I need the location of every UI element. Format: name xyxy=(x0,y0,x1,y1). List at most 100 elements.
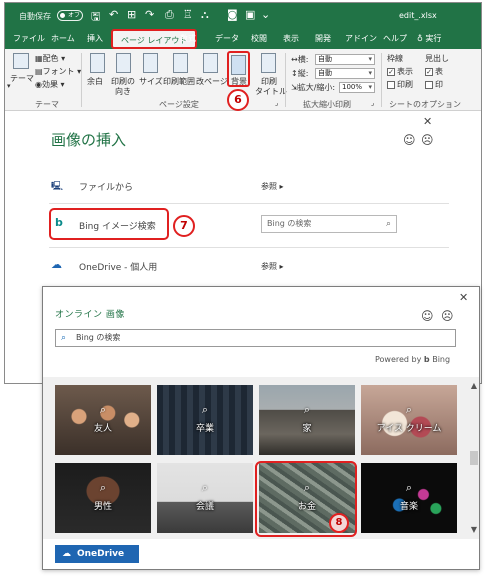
autosave-label: 自動保存 xyxy=(19,12,51,21)
browse-onedrive-link[interactable]: 参照 ▸ xyxy=(261,261,284,272)
save-icon[interactable]: 🖫 xyxy=(91,8,100,27)
tab-view[interactable]: 表示 xyxy=(283,33,299,44)
group-divider xyxy=(285,53,286,107)
orientation-icon[interactable] xyxy=(116,53,131,73)
gridlines-view-label: 表示 xyxy=(397,67,413,76)
category-tile-male[interactable]: ⌕ 男性 xyxy=(55,463,151,533)
print-preview-icon[interactable]: ⎙ xyxy=(165,8,174,22)
width-icon: ↔ xyxy=(291,55,298,64)
background-highlight xyxy=(227,51,250,87)
camera-icon[interactable]: ◙ xyxy=(227,8,238,21)
category-tile-meeting[interactable]: ⌕ 会議 xyxy=(157,463,253,533)
smile-feedback-icon[interactable]: ☺ xyxy=(403,133,416,147)
headings-print-checkbox[interactable]: 印 xyxy=(425,79,443,90)
lightbulb-icon: ♁ xyxy=(417,34,423,43)
undo-icon[interactable]: ↶ xyxy=(109,8,118,21)
themes-button[interactable]: テーマ xyxy=(10,73,34,84)
file-name: edit_.xlsx xyxy=(399,11,437,20)
gallery-scrollbar[interactable]: ▲ ▼ xyxy=(468,377,479,539)
size-button[interactable]: サイズ xyxy=(139,76,163,87)
category-tile-music[interactable]: ⌕ 音楽 xyxy=(361,463,457,533)
tab-home[interactable]: ホーム xyxy=(51,33,75,44)
scale-launcher-icon[interactable]: ⌟ xyxy=(371,99,374,107)
category-label: 会議 xyxy=(195,502,214,512)
tab-developer[interactable]: 開発 xyxy=(315,33,331,44)
redo-icon[interactable]: ↷ xyxy=(145,8,154,21)
category-tile-ice-cream[interactable]: ⌕ アイス クリーム xyxy=(361,385,457,455)
size-icon[interactable] xyxy=(143,53,158,73)
step-badge-7: 7 xyxy=(173,215,195,237)
group-label-page-setup: ページ設定 xyxy=(159,100,199,109)
close-icon[interactable]: ✕ xyxy=(459,291,468,304)
scroll-thumb[interactable] xyxy=(470,451,478,465)
gridlines-print-checkbox[interactable]: 印刷 xyxy=(387,79,413,90)
online-pictures-title: オンライン 画像 xyxy=(55,310,125,320)
width-select[interactable]: 自動 xyxy=(315,54,375,65)
online-search-placeholder: Bing の検索 xyxy=(76,333,121,342)
checkbox-empty-icon xyxy=(425,80,433,89)
close-icon[interactable]: ✕ xyxy=(423,115,432,128)
browse-file-link[interactable]: 参照 ▸ xyxy=(261,181,284,192)
online-search-input[interactable]: ⌕ Bing の検索 xyxy=(55,329,456,347)
smile-feedback-icon[interactable]: ☺ xyxy=(421,309,434,323)
title-bar: 自動保存 オフ 🖫 ↶ ⊞ ↷ ⎙ ♖ ⛬ ◙ ▣ ⌄ edit_.xlsx xyxy=(5,3,481,29)
height-select[interactable]: 自動 xyxy=(315,68,375,79)
scale-input[interactable]: 100% xyxy=(339,82,375,93)
category-label: 友人 xyxy=(93,424,112,434)
search-icon: ⌕ xyxy=(201,481,209,494)
print-icon[interactable]: ▣ xyxy=(245,8,255,21)
tab-review[interactable]: 校閲 xyxy=(251,33,267,44)
orientation-button-line2[interactable]: 向き xyxy=(115,86,131,97)
scroll-up-icon[interactable]: ▲ xyxy=(468,381,479,390)
tab-help[interactable]: ヘルプ xyxy=(383,33,407,44)
tab-insert[interactable]: 挿入 xyxy=(87,33,103,44)
tab-file[interactable]: ファイル xyxy=(13,33,45,44)
search-icon[interactable]: ⌕ xyxy=(386,216,391,232)
autosave-toggle[interactable]: オフ xyxy=(57,10,83,21)
themes-dropdown-icon[interactable]: ▾ xyxy=(7,82,11,90)
format-painter-icon[interactable]: ♖ xyxy=(183,8,193,21)
chevron-right-icon: ▸ xyxy=(279,262,284,271)
category-tile-graduation[interactable]: ⌕ 卒業 xyxy=(157,385,253,455)
shapes-icon[interactable]: ⛬ xyxy=(201,8,209,22)
print-titles-icon[interactable] xyxy=(261,53,276,73)
category-tile-house[interactable]: ⌕ 家 xyxy=(259,385,355,455)
colors-button[interactable]: ▦配色 ▾ xyxy=(35,53,65,64)
headings-view-checkbox[interactable]: ✓ 表 xyxy=(425,66,443,77)
tab-addins[interactable]: アドイン xyxy=(345,33,377,44)
scroll-down-icon[interactable]: ▼ xyxy=(468,525,479,534)
tab-formulas[interactable]: 数式 xyxy=(180,33,196,44)
frown-feedback-icon[interactable]: ☹ xyxy=(441,309,454,323)
category-label: 音楽 xyxy=(399,502,418,512)
width-label: ↔横: xyxy=(291,54,308,65)
gridlines-view-checkbox[interactable]: ✓ 表示 xyxy=(387,66,413,77)
page-setup-launcher-icon[interactable]: ⌟ xyxy=(275,99,278,107)
bing-logo-icon: b xyxy=(423,355,430,364)
colors-label: 配色 xyxy=(42,54,59,63)
borders-icon[interactable]: ⊞ xyxy=(127,8,136,21)
margins-icon[interactable] xyxy=(90,53,105,73)
customize-qat-icon[interactable]: ⌄ xyxy=(261,8,270,21)
print-area-button[interactable]: 印刷範囲 xyxy=(163,76,195,87)
margins-button[interactable]: 余白 xyxy=(87,76,103,87)
breaks-icon[interactable] xyxy=(203,53,218,73)
themes-icon[interactable] xyxy=(13,53,29,69)
onedrive-button-label: OneDrive xyxy=(77,549,125,559)
onedrive-button[interactable]: ☁ OneDrive xyxy=(55,545,139,563)
tab-tell-me[interactable]: ♁ 実行 xyxy=(417,33,441,44)
category-label: 男性 xyxy=(93,502,112,512)
bing-search-input[interactable]: Bing の検索 ⌕ xyxy=(261,215,397,233)
group-label-scale: 拡大縮小印刷 xyxy=(303,100,351,109)
effects-button[interactable]: ◉効果 ▾ xyxy=(35,79,65,90)
search-icon: ⌕ xyxy=(99,403,107,416)
tab-data[interactable]: データ xyxy=(215,33,239,44)
print-area-icon[interactable] xyxy=(173,53,188,73)
category-tile-friends[interactable]: ⌕ 友人 xyxy=(55,385,151,455)
checkmark-icon: ✓ xyxy=(425,67,433,76)
chevron-right-icon: ▸ xyxy=(279,182,284,191)
scale-label-text: 拡大/縮小: xyxy=(297,83,336,92)
breaks-button[interactable]: 改ページ xyxy=(196,76,228,87)
frown-feedback-icon[interactable]: ☹ xyxy=(421,133,434,147)
print-titles-button-line2[interactable]: タイトル xyxy=(255,86,287,97)
fonts-button[interactable]: ▤フォント ▾ xyxy=(35,66,81,77)
